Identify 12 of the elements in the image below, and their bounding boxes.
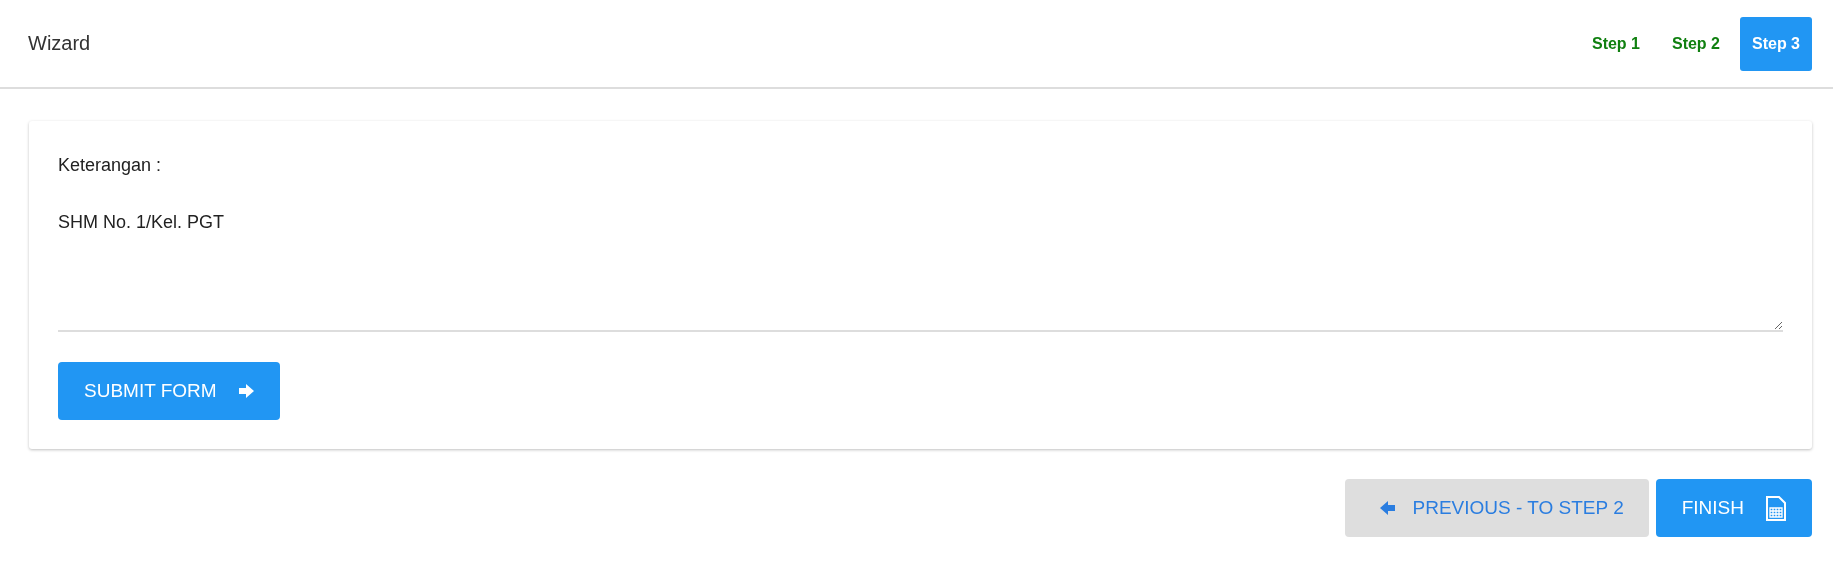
arrow-left-icon <box>1379 501 1395 515</box>
spreadsheet-file-icon <box>1766 495 1786 521</box>
page-title: Wizard <box>28 32 91 55</box>
step-tab[interactable]: Step 3 <box>1740 16 1812 71</box>
previous-button[interactable]: PREVIOUS - TO STEP 2 <box>1344 479 1649 537</box>
step-tab[interactable]: Step 1 <box>1579 16 1652 71</box>
field-label: Keterangan : <box>58 155 163 176</box>
finish-button[interactable]: FINISH <box>1655 479 1812 537</box>
step-tab[interactable]: Step 2 <box>1659 16 1732 71</box>
submit-button[interactable]: SUBMIT FORM <box>58 362 280 420</box>
arrow-right-icon <box>238 384 254 398</box>
description-field[interactable]: SHM No. 1/Kel. PGT <box>58 212 1783 332</box>
